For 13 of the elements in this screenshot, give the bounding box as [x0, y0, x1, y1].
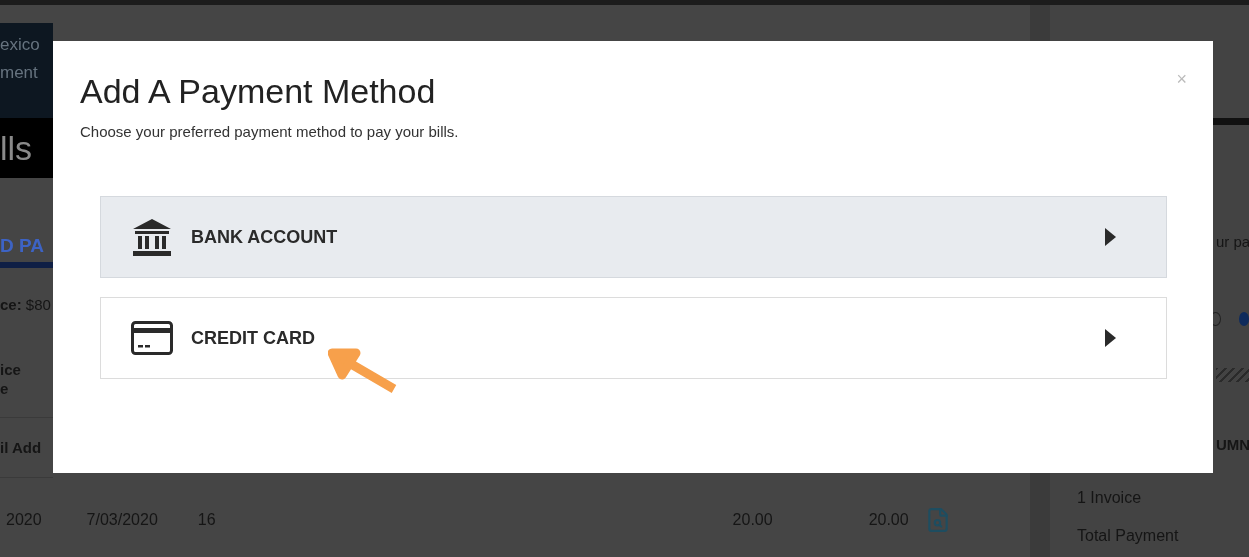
nav-text: exico: [0, 34, 40, 56]
credit-card-icon: [131, 321, 173, 355]
payment-option[interactable]: BANK ACCOUNT: [100, 196, 1167, 278]
dialog-title: Add A Payment Method: [80, 71, 436, 111]
nav-text: ment: [0, 62, 38, 84]
bank-icon: [131, 217, 173, 257]
dialog-subtitle: Choose your preferred payment method to pay your bills.: [80, 123, 459, 140]
payment-option[interactable]: CREDIT CARD: [100, 297, 1167, 379]
caret-icon: [1105, 329, 1116, 347]
page-title: lls: [0, 128, 33, 168]
hatched-bar: [1216, 368, 1249, 382]
radio-button[interactable]: [1238, 312, 1249, 326]
caret-icon: [1105, 228, 1116, 246]
